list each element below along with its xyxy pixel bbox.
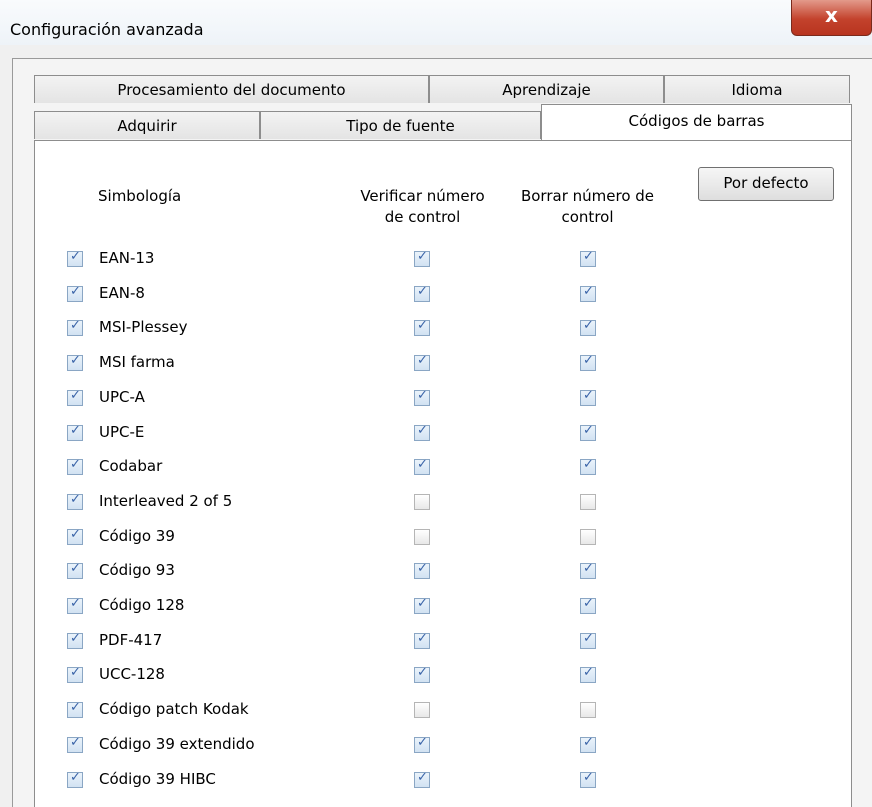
close-button[interactable]: x [791,0,872,36]
symbology-label: UPC-A [99,388,145,406]
defaults-button[interactable]: Por defecto [698,167,834,201]
enable-checkbox[interactable] [67,735,83,753]
symbology-row: Código 128 [0,595,872,619]
verify-check-digit-checkbox[interactable] [414,494,430,510]
enable-checkbox[interactable] [67,596,83,614]
symbology-row: UPC-E [0,422,872,446]
verify-check-digit-checkbox[interactable] [414,770,430,788]
symbology-row: Código 93 [0,560,872,584]
verify-check-digit-checkbox[interactable] [414,353,430,371]
remove-check-digit-checkbox[interactable] [580,284,596,302]
verify-check-digit-checkbox[interactable] [414,388,430,406]
remove-check-digit-checkbox[interactable] [580,353,596,371]
verify-check-digit-checkbox[interactable] [414,631,430,649]
enable-checkbox[interactable] [67,770,83,788]
tab-procesamiento[interactable]: Procesamiento del documento [34,75,429,103]
column-header-remove-line1: Borrar número de [520,187,655,205]
symbology-label: Código 128 [99,596,185,614]
verify-check-digit-checkbox[interactable] [414,561,430,579]
enable-checkbox[interactable] [67,423,83,441]
tab-codigos-de-barras[interactable]: Códigos de barras [541,104,852,140]
symbology-label: UCC-128 [99,665,165,683]
verify-check-digit-checkbox[interactable] [414,702,430,718]
column-header-verify-line1: Verificar número [360,187,485,205]
enable-checkbox[interactable] [67,457,83,475]
column-header-verify-line2: de control [384,208,461,226]
symbology-label: MSI-Plessey [99,318,188,336]
symbology-label: Código 39 HIBC [99,770,216,788]
symbology-row: MSI-Plessey [0,317,872,341]
remove-check-digit-checkbox[interactable] [580,388,596,406]
enable-checkbox[interactable] [67,492,83,510]
symbology-row: Código 39 HIBC [0,769,872,793]
enable-checkbox[interactable] [67,561,83,579]
enable-checkbox[interactable] [67,527,83,545]
column-header-symbology: Simbología [98,187,182,205]
symbology-row: EAN-8 [0,283,872,307]
symbology-row: Código 39 [0,526,872,550]
verify-check-digit-checkbox[interactable] [414,284,430,302]
remove-check-digit-checkbox[interactable] [580,631,596,649]
symbology-row: UPC-A [0,387,872,411]
enable-checkbox[interactable] [67,631,83,649]
symbology-label: Interleaved 2 of 5 [99,492,233,510]
remove-check-digit-checkbox[interactable] [580,735,596,753]
tab-idioma[interactable]: Idioma [664,75,850,103]
remove-check-digit-checkbox[interactable] [580,561,596,579]
remove-check-digit-checkbox[interactable] [580,702,596,718]
verify-check-digit-checkbox[interactable] [414,665,430,683]
title-bar: Configuración avanzada x [0,0,872,45]
remove-check-digit-checkbox[interactable] [580,249,596,267]
symbology-label: Codabar [99,457,163,475]
remove-check-digit-checkbox[interactable] [580,770,596,788]
verify-check-digit-checkbox[interactable] [414,249,430,267]
symbology-row: Código patch Kodak [0,699,872,723]
enable-checkbox[interactable] [67,318,83,336]
symbology-label: EAN-8 [99,284,145,302]
enable-checkbox[interactable] [67,284,83,302]
enable-checkbox[interactable] [67,388,83,406]
symbology-label: UPC-E [99,423,145,441]
symbology-label: MSI farma [99,353,175,371]
enable-checkbox[interactable] [67,353,83,371]
verify-check-digit-checkbox[interactable] [414,457,430,475]
symbology-label: Código 39 extendido [99,735,255,753]
tab-tipo-de-fuente[interactable]: Tipo de fuente [260,111,541,139]
remove-check-digit-checkbox[interactable] [580,665,596,683]
symbology-label: Código 93 [99,561,175,579]
remove-check-digit-checkbox[interactable] [580,529,596,545]
remove-check-digit-checkbox[interactable] [580,494,596,510]
window-title: Configuración avanzada [10,20,204,39]
symbology-row: UCC-128 [0,664,872,688]
verify-check-digit-checkbox[interactable] [414,735,430,753]
remove-check-digit-checkbox[interactable] [580,457,596,475]
verify-check-digit-checkbox[interactable] [414,318,430,336]
symbology-label: EAN-13 [99,249,155,267]
symbology-label: Código patch Kodak [99,700,249,718]
symbology-row: EAN-13 [0,248,872,272]
column-header-remove-line2: control [561,208,614,226]
enable-checkbox[interactable] [67,249,83,267]
tab-adquirir[interactable]: Adquirir [34,111,260,139]
remove-check-digit-checkbox[interactable] [580,596,596,614]
column-header-verify: Verificar número de control [340,186,505,228]
symbology-row: Código 39 extendido [0,734,872,758]
symbology-label: Código 39 [99,527,175,545]
symbology-row: Codabar [0,456,872,480]
verify-check-digit-checkbox[interactable] [414,423,430,441]
enable-checkbox[interactable] [67,700,83,718]
symbology-row: MSI farma [0,352,872,376]
column-header-remove: Borrar número de control [505,186,670,228]
remove-check-digit-checkbox[interactable] [580,318,596,336]
symbology-row: PDF-417 [0,630,872,654]
symbology-label: PDF-417 [99,631,163,649]
verify-check-digit-checkbox[interactable] [414,596,430,614]
tab-aprendizaje[interactable]: Aprendizaje [429,75,664,103]
enable-checkbox[interactable] [67,665,83,683]
remove-check-digit-checkbox[interactable] [580,423,596,441]
symbology-row: Interleaved 2 of 5 [0,491,872,515]
verify-check-digit-checkbox[interactable] [414,529,430,545]
